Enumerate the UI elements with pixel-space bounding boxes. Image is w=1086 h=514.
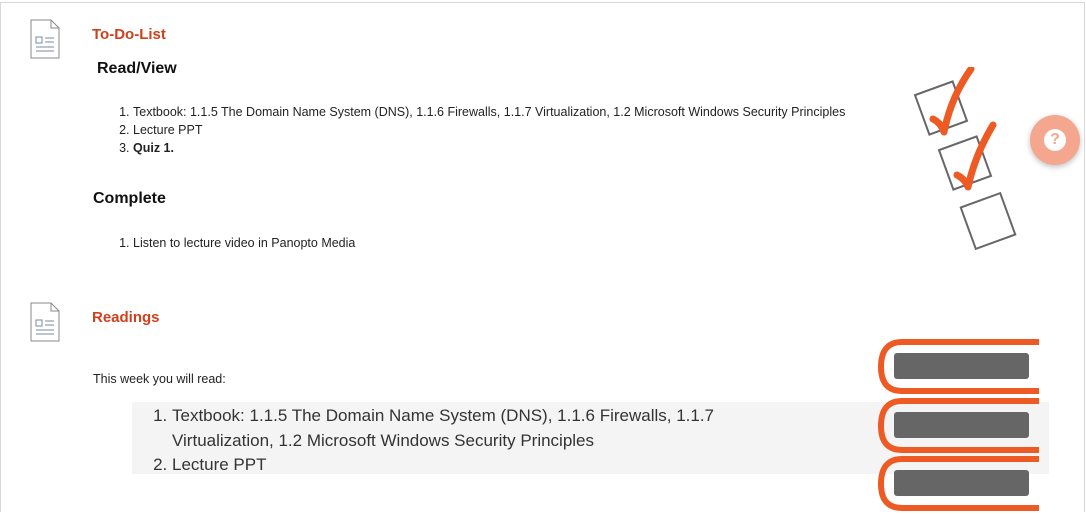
books-illustration: [877, 339, 1039, 511]
list-item: Lecture PPT: [172, 453, 772, 478]
readings-intro: This week you will read:: [93, 372, 226, 386]
list-item: Quiz 1.: [133, 139, 863, 157]
list-item: Textbook: 1.1.5 The Domain Name System (…: [133, 103, 863, 121]
complete-list: Listen to lecture video in Panopto Media: [93, 234, 355, 252]
complete-heading: Complete: [93, 190, 166, 207]
todo-list-item: To-Do-List Read/View Textbook: 1.1.5 The…: [0, 2, 1085, 287]
read-view-heading: Read/View: [97, 60, 177, 77]
question-icon: ?: [1044, 129, 1066, 151]
list-item: Textbook: 1.1.5 The Domain Name System (…: [172, 404, 772, 453]
checklist-illustration: [913, 67, 1017, 251]
readings-item: Readings This week you will read: Textbo…: [0, 286, 1085, 512]
read-view-list: Textbook: 1.1.5 The Domain Name System (…: [93, 103, 863, 157]
list-item: Lecture PPT: [133, 121, 863, 139]
todo-list-link[interactable]: To-Do-List: [92, 26, 166, 43]
readings-list: Textbook: 1.1.5 The Domain Name System (…: [132, 402, 772, 478]
help-button[interactable]: ?: [1030, 115, 1080, 165]
document-icon: [30, 19, 60, 59]
readings-link[interactable]: Readings: [92, 309, 160, 326]
list-item: Listen to lecture video in Panopto Media: [133, 234, 355, 252]
document-icon: [30, 302, 60, 342]
